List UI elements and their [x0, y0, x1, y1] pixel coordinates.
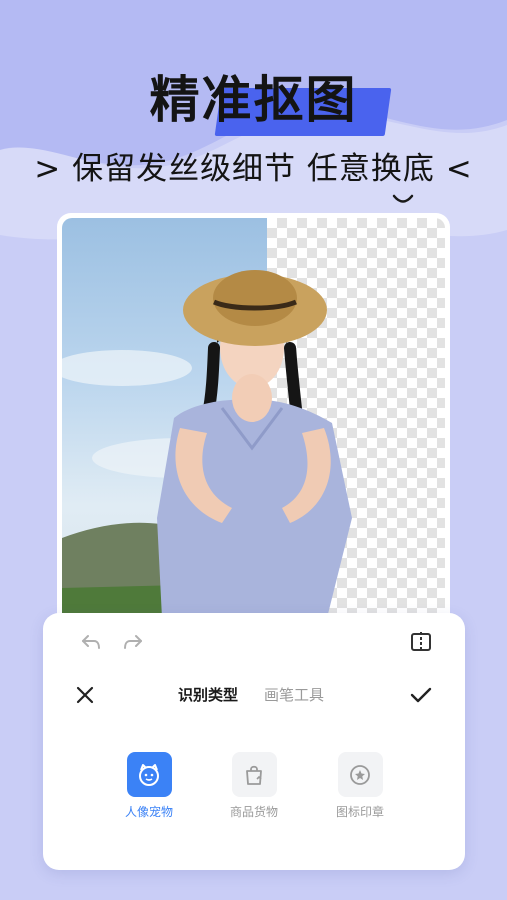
undo-button[interactable]	[78, 630, 104, 654]
type-label: 人像宠物	[124, 805, 173, 819]
tab-recognize-type[interactable]: 识别类型	[178, 684, 238, 705]
type-label: 商品货物	[229, 805, 278, 819]
check-icon	[410, 687, 432, 703]
compare-icon	[411, 632, 431, 652]
type-label: 图标印章	[335, 805, 384, 819]
pet-face-icon	[126, 752, 172, 797]
portrait-subject	[62, 270, 352, 628]
preview-card	[57, 213, 450, 633]
smile-decoration	[392, 194, 414, 203]
close-icon	[76, 686, 94, 704]
type-icon-stamp[interactable]: 图标印章	[325, 752, 395, 820]
close-button[interactable]	[72, 682, 98, 708]
edit-panel	[43, 613, 465, 870]
shopping-bag-icon	[231, 752, 277, 797]
compare-button[interactable]	[408, 629, 434, 655]
type-product[interactable]: 商品货物	[219, 752, 289, 820]
page-title: 精准抠图	[149, 71, 358, 129]
page-subtitle: > 保留发丝级细节 任意换底 <	[34, 151, 473, 187]
stamp-icon	[337, 752, 383, 797]
redo-icon	[124, 635, 142, 649]
preview-image[interactable]	[62, 218, 445, 628]
confirm-button[interactable]	[408, 682, 434, 708]
tab-brush-tool[interactable]: 画笔工具	[264, 684, 324, 705]
redo-button[interactable]	[120, 630, 146, 654]
type-portrait-pet[interactable]: 人像宠物	[114, 752, 184, 820]
undo-icon	[82, 635, 100, 649]
